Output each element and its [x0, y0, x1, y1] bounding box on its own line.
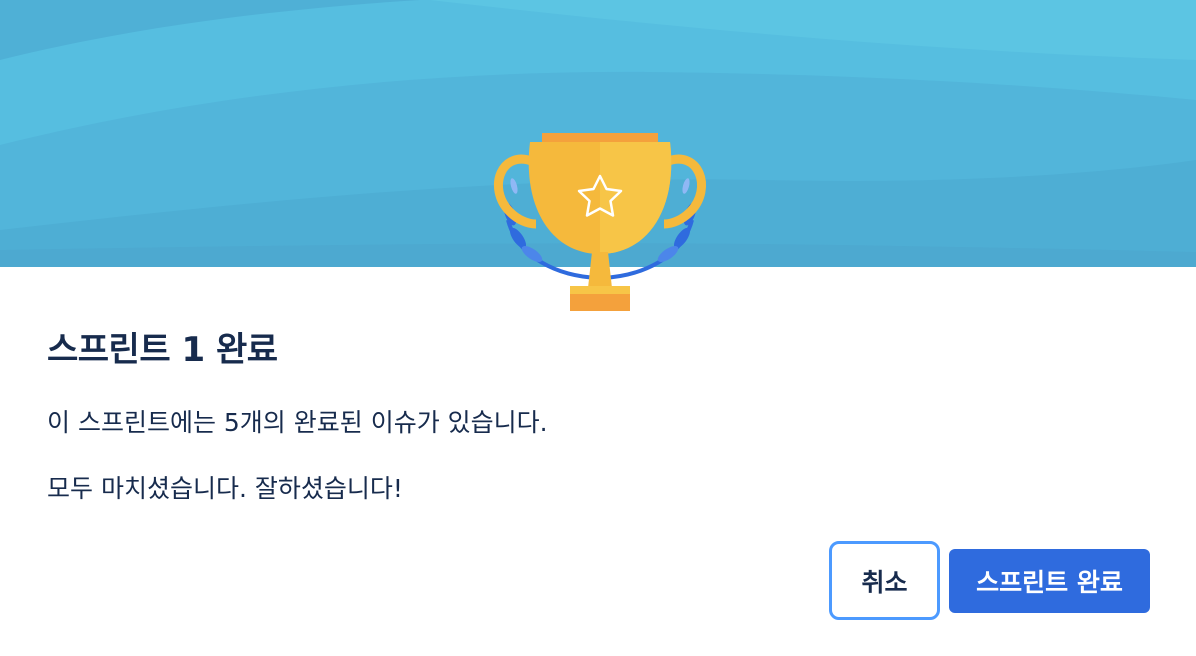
- dialog-title: 스프린트 1 완료: [47, 330, 278, 370]
- complete-sprint-button[interactable]: 스프린트 완료: [949, 549, 1150, 613]
- issues-summary-text: 이 스프린트에는 5개의 완료된 이슈가 있습니다.: [47, 408, 548, 437]
- trophy-icon: [488, 128, 712, 316]
- cancel-button[interactable]: 취소: [829, 541, 940, 620]
- congratulations-text: 모두 마치셨습니다. 잘하셨습니다!: [47, 474, 403, 503]
